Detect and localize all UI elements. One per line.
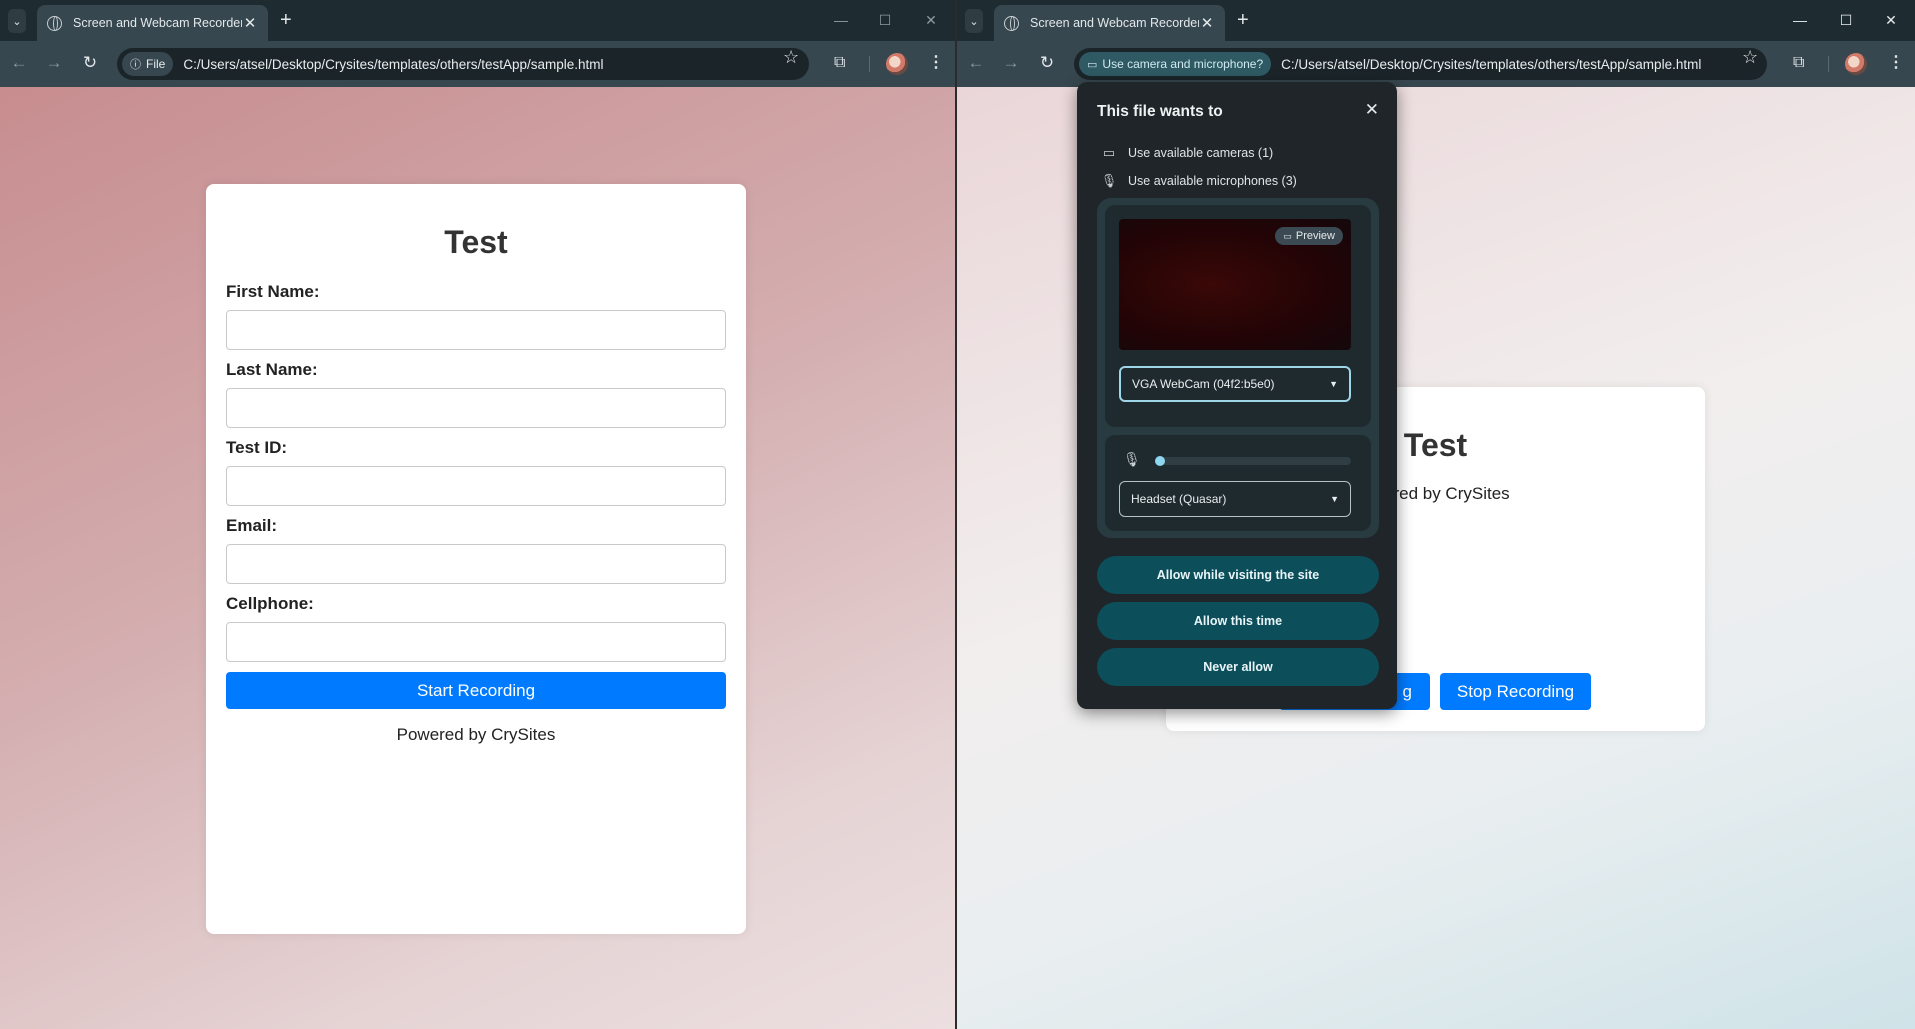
menu-icon[interactable]: ⋮	[1888, 53, 1904, 73]
media-panel: ▭ Preview VGA WebCam (04f2:b5e0) ▼ 🎙︎ He…	[1097, 198, 1379, 538]
tab-search-button[interactable]: ⌄	[965, 9, 983, 33]
microphone-section: 🎙︎ Headset (Quasar) ▼	[1105, 435, 1371, 531]
forward-button[interactable]: →	[44, 53, 64, 73]
profile-avatar[interactable]	[1845, 53, 1867, 75]
dropdown-arrow-icon: ▼	[1329, 379, 1338, 389]
page-title: Test	[444, 224, 508, 260]
microphone-permission-row: 🎙︎ Use available microphones (3)	[1100, 173, 1297, 189]
new-tab-button[interactable]: +	[1237, 8, 1249, 32]
microphone-permission-label: Use available microphones (3)	[1128, 174, 1297, 188]
permission-dialog: This file wants to ✕ ▭ Use available cam…	[1077, 82, 1397, 709]
globe-icon	[47, 15, 62, 31]
title-bar: ⌄ Screen and Webcam Recorder ✕ + — ☐ ✕	[957, 0, 1915, 41]
email-input[interactable]	[226, 544, 726, 584]
stop-recording-button[interactable]: Stop Recording	[1440, 673, 1591, 710]
tab-title: Screen and Webcam Recorder	[1030, 16, 1199, 30]
bookmark-star-icon[interactable]: ☆	[783, 47, 799, 68]
minimize-button[interactable]: —	[1791, 11, 1809, 29]
toolbar-divider	[869, 56, 870, 72]
cellphone-label: Cellphone:	[226, 594, 314, 613]
camera-icon: ▭	[1102, 145, 1116, 160]
powered-by-text: Powered by CrySites	[396, 725, 556, 744]
mic-level-meter	[1155, 456, 1351, 466]
never-allow-button[interactable]: Never allow	[1097, 648, 1379, 686]
address-bar[interactable]: ⓘ File C:/Users/atsel/Desktop/Crysites/t…	[117, 48, 809, 80]
close-window-button[interactable]: ✕	[1882, 11, 1900, 29]
last-name-input[interactable]	[226, 388, 726, 428]
extensions-icon[interactable]: ⧉	[1793, 53, 1804, 73]
test-id-input[interactable]	[226, 466, 726, 506]
camera-preview: ▭ Preview	[1119, 219, 1351, 350]
close-tab-icon[interactable]: ✕	[242, 14, 258, 32]
camera-icon: ▭	[1087, 58, 1098, 71]
reload-button[interactable]: ↻	[80, 53, 100, 73]
camera-select-value: VGA WebCam (04f2:b5e0)	[1132, 377, 1275, 391]
permission-chip-label: Use camera and microphone?	[1102, 57, 1264, 71]
close-icon[interactable]: ✕	[1365, 100, 1379, 120]
microphone-icon: 🎙︎	[1123, 451, 1141, 467]
cellphone-input[interactable]	[226, 622, 726, 662]
close-tab-icon[interactable]: ✕	[1199, 14, 1215, 32]
maximize-button[interactable]: ☐	[876, 11, 894, 29]
profile-avatar[interactable]	[886, 53, 908, 75]
toolbar-divider	[1828, 56, 1829, 72]
site-chip-label: File	[146, 57, 166, 71]
dialog-title: This file wants to	[1097, 103, 1223, 120]
camera-permission-label: Use available cameras (1)	[1128, 146, 1274, 160]
browser-tab[interactable]: Screen and Webcam Recorder ✕	[37, 5, 268, 41]
browser-window-right: ⌄ Screen and Webcam Recorder ✕ + — ☐ ✕ ←…	[957, 0, 1915, 1029]
video-icon: ▭	[1283, 230, 1292, 241]
info-icon: ⓘ	[130, 59, 141, 71]
microphone-select[interactable]: Headset (Quasar) ▼	[1119, 481, 1351, 517]
extensions-icon[interactable]: ⧉	[834, 53, 845, 73]
email-label: Email:	[226, 516, 278, 535]
reload-button[interactable]: ↻	[1037, 53, 1057, 73]
form-card: Test First Name: Last Name: Test ID: Ema…	[206, 184, 746, 934]
last-name-label: Last Name:	[226, 360, 318, 379]
bookmark-star-icon[interactable]: ☆	[1742, 47, 1758, 68]
globe-icon	[1004, 15, 1019, 31]
forward-button[interactable]: →	[1001, 53, 1021, 73]
permission-chip[interactable]: ▭ Use camera and microphone?	[1079, 52, 1272, 76]
camera-permission-row: ▭ Use available cameras (1)	[1100, 145, 1273, 161]
back-button[interactable]: ←	[9, 53, 29, 73]
maximize-button[interactable]: ☐	[1837, 11, 1855, 29]
allow-this-time-button[interactable]: Allow this time	[1097, 602, 1379, 640]
preview-badge: ▭ Preview	[1275, 227, 1343, 245]
browser-window-left: ⌄ Screen and Webcam Recorder ✕ + — ☐ ✕ ←…	[0, 0, 955, 1029]
microphone-select-value: Headset (Quasar)	[1131, 492, 1227, 506]
tab-search-button[interactable]: ⌄	[8, 9, 26, 33]
preview-label: Preview	[1295, 230, 1335, 242]
allow-while-visiting-button[interactable]: Allow while visiting the site	[1097, 556, 1379, 594]
new-tab-button[interactable]: +	[280, 8, 292, 32]
site-info-chip[interactable]: ⓘ File	[122, 52, 174, 76]
browser-toolbar: ← → ↻ ▭ Use camera and microphone? C:/Us…	[957, 41, 1915, 87]
url-text[interactable]: C:/Users/atsel/Desktop/Crysites/template…	[1281, 57, 1701, 72]
test-id-label: Test ID:	[226, 438, 288, 457]
url-text[interactable]: C:/Users/atsel/Desktop/Crysites/template…	[183, 57, 603, 72]
microphone-icon: 🎙︎	[1100, 173, 1118, 188]
powered-by-text: ered by CrySites	[1384, 484, 1510, 503]
first-name-input[interactable]	[226, 310, 726, 350]
first-name-label: First Name:	[226, 282, 320, 301]
start-recording-button[interactable]: Start Recording	[226, 672, 726, 709]
close-window-button[interactable]: ✕	[922, 11, 940, 29]
tab-title: Screen and Webcam Recorder	[73, 16, 242, 30]
browser-toolbar: ← → ↻ ⓘ File C:/Users/atsel/Desktop/Crys…	[0, 41, 955, 87]
camera-section: ▭ Preview VGA WebCam (04f2:b5e0) ▼	[1105, 205, 1371, 427]
page-content: Test First Name: Last Name: Test ID: Ema…	[0, 87, 955, 1029]
browser-tab[interactable]: Screen and Webcam Recorder ✕	[994, 5, 1225, 41]
mic-level-fill	[1155, 456, 1165, 466]
menu-icon[interactable]: ⋮	[928, 53, 944, 73]
title-bar: ⌄ Screen and Webcam Recorder ✕ + — ☐ ✕	[0, 0, 955, 41]
address-bar[interactable]: ▭ Use camera and microphone? C:/Users/at…	[1074, 48, 1767, 80]
back-button[interactable]: ←	[966, 53, 986, 73]
minimize-button[interactable]: —	[832, 11, 850, 29]
dropdown-arrow-icon: ▼	[1330, 494, 1339, 504]
camera-select[interactable]: VGA WebCam (04f2:b5e0) ▼	[1119, 366, 1351, 402]
